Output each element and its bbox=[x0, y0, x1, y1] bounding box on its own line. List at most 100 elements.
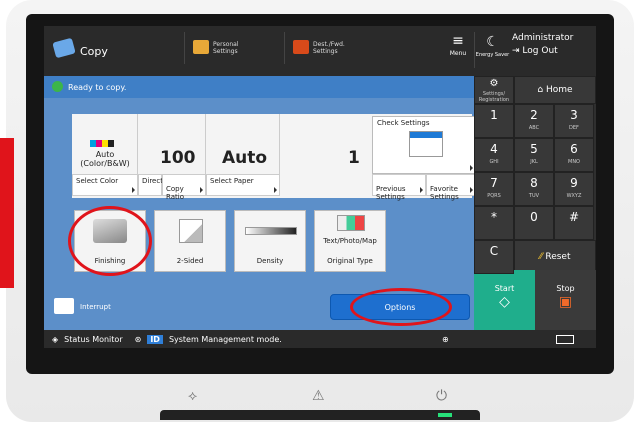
personal-settings-button[interactable]: Personal Settings bbox=[184, 32, 284, 64]
interrupt-icon bbox=[54, 298, 74, 314]
select-color-arrow-icon bbox=[132, 187, 135, 193]
stop-icon: ▣ bbox=[558, 294, 573, 310]
density-button[interactable]: Density bbox=[234, 210, 306, 272]
status-bar: Ready to copy. bbox=[44, 76, 474, 98]
bottom-bar: ◈ Status Monitor ⊛ ID System Management … bbox=[44, 330, 596, 348]
logout-label: Log Out bbox=[522, 46, 558, 56]
warning-icon: ⚠ bbox=[312, 388, 325, 404]
keypad-panel: ⚙ Settings/ Registration ⌂ Home ⁄⁄ Reset… bbox=[474, 76, 596, 330]
key-letters: ABC bbox=[528, 125, 540, 131]
menu-label: Menu bbox=[449, 50, 467, 57]
settings-registration-label: Settings/ Registration bbox=[478, 91, 510, 103]
density-slider-icon bbox=[245, 227, 297, 235]
key-label: 2 bbox=[530, 108, 538, 122]
power-icon[interactable]: ⏻ bbox=[436, 388, 447, 404]
red-side-tab bbox=[0, 138, 14, 288]
key-label: 9 bbox=[570, 176, 578, 190]
keyboard-icon[interactable] bbox=[556, 334, 574, 344]
key-11[interactable]: # bbox=[554, 206, 594, 240]
key-5[interactable]: 6 MNO bbox=[554, 138, 594, 172]
menu-button[interactable]: ≡ Menu bbox=[442, 32, 474, 64]
color-mode-icon bbox=[90, 140, 114, 147]
original-type-label: Original Type bbox=[327, 257, 373, 265]
check-settings-arrow-icon bbox=[470, 165, 473, 171]
previous-settings-button[interactable]: Previous Settings bbox=[372, 174, 426, 201]
select-color-label: Select Color bbox=[76, 177, 119, 185]
color-mode-value: Auto (Color/B&W) bbox=[80, 150, 130, 168]
copy-app-icon bbox=[52, 37, 76, 59]
copies-cell: 1 bbox=[280, 114, 372, 174]
ready-icon bbox=[52, 81, 63, 92]
start-button[interactable]: Start ◇ bbox=[474, 270, 535, 330]
favorite-settings-button[interactable]: Favorite Settings bbox=[426, 174, 476, 201]
copy-ratio-label: Copy Ratio bbox=[166, 185, 184, 201]
key-3[interactable]: 4 GHI bbox=[474, 138, 514, 172]
original-type-button[interactable]: Text/Photo/Map Original Type bbox=[314, 210, 386, 272]
key-2[interactable]: 3 DEF bbox=[554, 104, 594, 138]
key-label: 1 bbox=[490, 108, 498, 122]
key-label: * bbox=[491, 210, 497, 224]
copies-value: 1 bbox=[348, 148, 360, 168]
status-monitor-button[interactable]: Status Monitor bbox=[64, 335, 122, 344]
dest-settings-button[interactable]: Dest./Fwd. Settings bbox=[284, 32, 384, 64]
key-1[interactable]: 2 ABC bbox=[514, 104, 554, 138]
stop-label: Stop bbox=[556, 284, 575, 293]
key-12[interactable]: C bbox=[474, 240, 514, 274]
user-name: Administrator bbox=[512, 33, 574, 43]
key-letters: TUV bbox=[528, 193, 540, 199]
two-sided-button[interactable]: 2-Sided bbox=[154, 210, 226, 272]
system-message: System Management mode. bbox=[168, 334, 282, 344]
favorite-settings-label: Favorite Settings bbox=[430, 185, 459, 201]
key-label: 3 bbox=[570, 108, 578, 122]
key-8[interactable]: 9 WXYZ bbox=[554, 172, 594, 206]
key-label: 8 bbox=[530, 176, 538, 190]
key-9[interactable]: * bbox=[474, 206, 514, 240]
key-7[interactable]: 8 TUV bbox=[514, 172, 554, 206]
logout-button[interactable]: ⇥ Log Out bbox=[512, 45, 573, 58]
check-settings-label: Check Settings bbox=[377, 119, 430, 127]
key-label: C bbox=[489, 244, 499, 258]
direct-button[interactable]: Direct bbox=[138, 174, 163, 196]
dest-settings-icon bbox=[293, 40, 309, 54]
stop-button[interactable]: Stop ▣ bbox=[535, 270, 596, 330]
copy-ratio-button[interactable]: Copy Ratio bbox=[162, 174, 206, 201]
settings-registration-button[interactable]: ⚙ Settings/ Registration bbox=[474, 76, 514, 104]
key-0[interactable]: 1 bbox=[474, 104, 514, 138]
key-label: 6 bbox=[570, 142, 578, 156]
physical-home-icon[interactable]: ⟡ bbox=[188, 388, 197, 404]
personal-settings-icon bbox=[193, 40, 209, 54]
select-paper-button[interactable]: Select Paper bbox=[206, 174, 280, 196]
reset-button[interactable]: ⁄⁄ Reset bbox=[514, 240, 596, 274]
paper-value: Auto bbox=[222, 148, 268, 168]
paper-cell: Auto bbox=[206, 114, 280, 174]
previous-settings-label: Previous Settings bbox=[376, 185, 406, 201]
key-10[interactable]: 0 bbox=[514, 206, 554, 240]
select-color-button[interactable]: Select Color bbox=[72, 174, 138, 196]
ready-led bbox=[438, 413, 452, 417]
key-letters: MNO bbox=[568, 159, 580, 165]
interrupt-button[interactable]: Interrupt bbox=[48, 294, 158, 320]
logout-icon: ⇥ bbox=[512, 46, 520, 56]
home-button[interactable]: ⌂ Home bbox=[514, 76, 596, 104]
top-bar: Copy Personal Settings Dest./Fwd. Settin… bbox=[44, 26, 596, 76]
moon-icon: ☾ bbox=[486, 34, 499, 50]
lock-icon: ⊛ bbox=[134, 334, 142, 344]
personal-settings-label: Personal Settings bbox=[213, 41, 239, 55]
touch-screen: Copy Personal Settings Dest./Fwd. Settin… bbox=[44, 26, 596, 348]
app-title: Copy bbox=[80, 44, 108, 58]
two-sided-label: 2-Sided bbox=[176, 257, 204, 265]
key-label: 0 bbox=[530, 210, 538, 224]
energy-saver-button[interactable]: ☾ Energy Saver bbox=[474, 32, 510, 68]
start-label: Start bbox=[494, 284, 515, 293]
key-label: 7 bbox=[490, 176, 498, 190]
original-type-icon bbox=[337, 215, 365, 231]
settings-panel: Auto (Color/B&W) 100 % Auto 1 Check Sett… bbox=[72, 114, 476, 201]
key-letters: JKL bbox=[530, 159, 538, 165]
key-letters: WXYZ bbox=[566, 193, 582, 199]
home-label: Home bbox=[546, 85, 573, 95]
key-6[interactable]: 7 PQRS bbox=[474, 172, 514, 206]
key-4[interactable]: 5 JKL bbox=[514, 138, 554, 172]
energy-saver-label: Energy Saver bbox=[475, 52, 510, 58]
check-settings-button[interactable]: Check Settings bbox=[372, 116, 476, 174]
color-mode-cell: Auto (Color/B&W) bbox=[72, 114, 138, 174]
